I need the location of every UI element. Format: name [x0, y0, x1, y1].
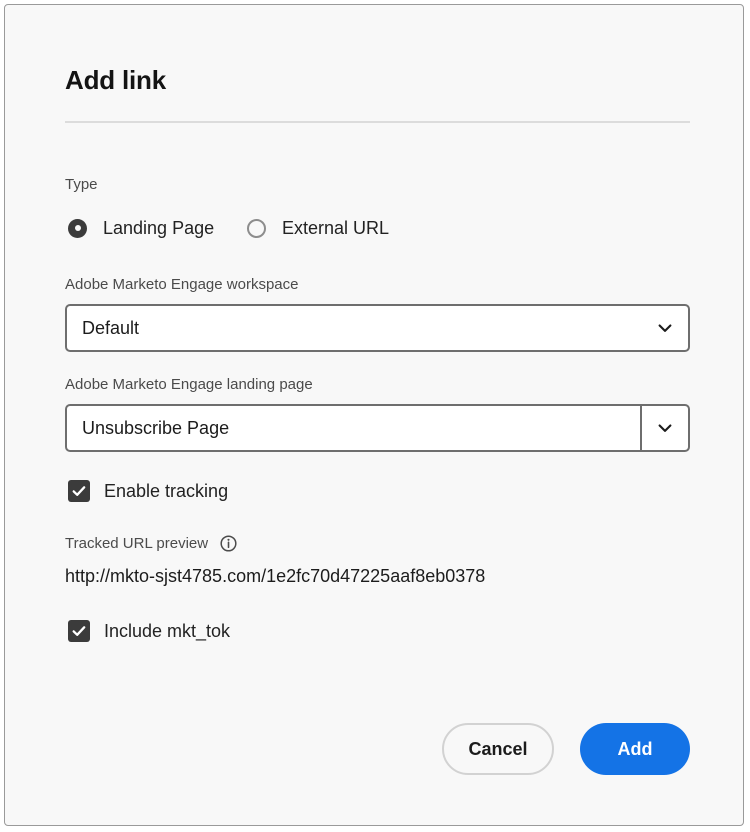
workspace-select[interactable]: Default [65, 304, 690, 352]
landing-page-dropdown-button[interactable] [640, 406, 688, 450]
landing-page-value: Unsubscribe Page [82, 418, 230, 438]
radio-unselected-icon [247, 218, 266, 238]
checkbox-checked-box [68, 480, 90, 502]
radio-selected-icon [68, 218, 87, 238]
type-label: Type [65, 176, 98, 193]
chevron-down-icon [658, 424, 672, 432]
tracked-url-value: http://mkto-sjst4785.com/1e2fc70d47225aa… [65, 566, 486, 586]
dialog-footer: Cancel Add [65, 723, 690, 775]
radio-option-external-url[interactable]: External URL [247, 215, 389, 241]
workspace-value: Default [82, 318, 140, 338]
include-mkt-tok-checkbox[interactable]: Include mkt_tok [68, 619, 230, 643]
cancel-button[interactable]: Cancel [442, 723, 554, 775]
checkmark-icon [72, 626, 86, 636]
tracked-url-preview-header: Tracked URL preview [65, 533, 237, 553]
landing-page-input[interactable]: Unsubscribe Page [67, 406, 640, 450]
enable-tracking-checkbox[interactable]: Enable tracking [68, 479, 228, 503]
landing-page-combobox[interactable]: Unsubscribe Page [65, 404, 690, 452]
tracked-url-preview-label: Tracked URL preview [65, 534, 209, 552]
checkmark-icon [72, 486, 86, 496]
page-title: Add link [65, 65, 166, 95]
title-divider [65, 121, 690, 123]
info-icon[interactable] [220, 534, 237, 552]
radio-label-landing-page: Landing Page [103, 218, 215, 238]
enable-tracking-label: Enable tracking [104, 481, 229, 501]
radio-label-external-url: External URL [282, 218, 390, 238]
landing-page-label: Adobe Marketo Engage landing page [65, 376, 313, 393]
chevron-down-icon [658, 324, 672, 332]
add-link-dialog: Add link Type Landing Page External URL … [4, 4, 744, 826]
add-button[interactable]: Add [580, 723, 690, 775]
workspace-label: Adobe Marketo Engage workspace [65, 276, 299, 293]
include-mkt-tok-label: Include mkt_tok [104, 621, 231, 641]
checkbox-checked-box [68, 620, 90, 642]
radio-option-landing-page[interactable]: Landing Page [68, 215, 214, 241]
